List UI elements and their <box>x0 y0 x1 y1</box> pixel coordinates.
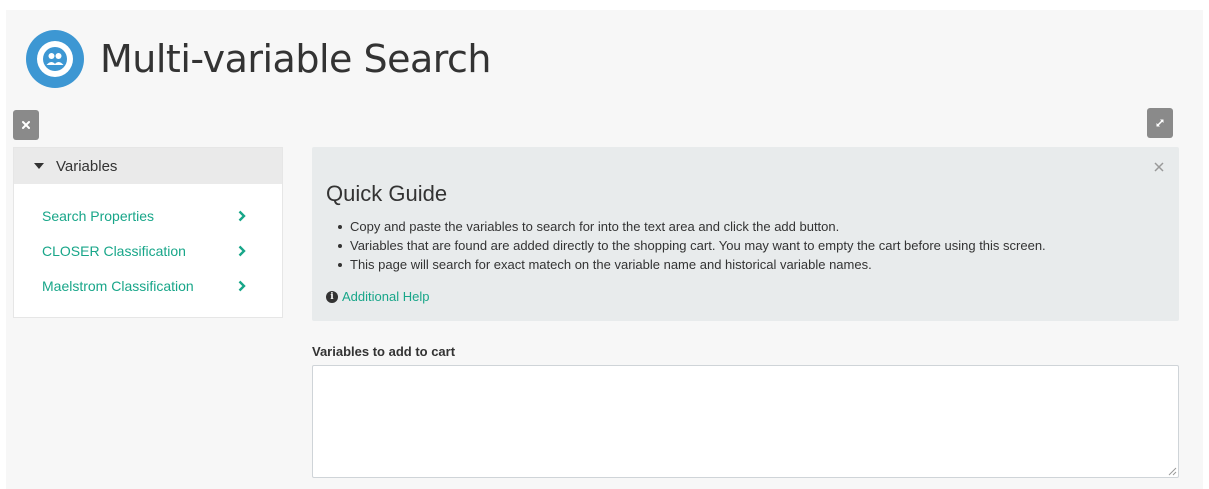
quick-guide-title: Quick Guide <box>326 181 448 206</box>
variables-field-label: Variables to add to cart <box>312 344 456 359</box>
caret-down-icon <box>34 162 44 170</box>
sidebar-item-label: Search Properties <box>42 207 155 224</box>
sidebar-item-label: Maelstrom Classification <box>42 277 194 294</box>
sidebar-list: Search Properties CLOSER Classification … <box>14 184 282 303</box>
additional-help-label: Additional Help <box>342 289 430 304</box>
sidebar-heading-label: Variables <box>56 157 118 175</box>
close-guide-button[interactable] <box>1151 159 1167 175</box>
expand-arrows-icon <box>1156 119 1164 127</box>
page-title: Multi-variable Search <box>100 37 492 81</box>
list-item: This page will search for exact matech o… <box>338 255 1170 274</box>
variables-textarea[interactable] <box>312 365 1179 478</box>
sidebar-item-search-properties[interactable]: Search Properties <box>14 198 282 233</box>
quick-guide-panel: Quick Guide Copy and paste the variables… <box>312 147 1179 321</box>
sidebar-heading-variables[interactable]: Variables <box>14 148 282 184</box>
page: Multi-variable Search Variables Search P… <box>6 10 1203 489</box>
info-icon: i <box>326 290 338 303</box>
quick-guide-list: Copy and paste the variables to search f… <box>338 217 1170 274</box>
fullscreen-button[interactable] <box>1147 108 1173 138</box>
list-item: Copy and paste the variables to search f… <box>338 217 1170 236</box>
resize-grip-icon[interactable] <box>1168 467 1177 476</box>
users-circle-icon <box>26 30 84 88</box>
list-item: Variables that are found are added direc… <box>338 236 1170 255</box>
close-icon <box>22 121 30 129</box>
close-sidebar-button[interactable] <box>13 110 39 140</box>
close-icon <box>1154 162 1164 172</box>
chevron-right-icon <box>238 280 246 291</box>
sidebar-panel: Variables Search Properties CLOSER Class… <box>13 147 283 318</box>
chevron-right-icon <box>238 210 246 221</box>
chevron-right-icon <box>238 245 246 256</box>
additional-help-link[interactable]: i Additional Help <box>326 289 429 304</box>
sidebar-item-maelstrom-classification[interactable]: Maelstrom Classification <box>14 268 282 303</box>
page-header: Multi-variable Search <box>26 30 492 88</box>
sidebar-item-label: CLOSER Classification <box>42 242 186 259</box>
sidebar-item-closer-classification[interactable]: CLOSER Classification <box>14 233 282 268</box>
